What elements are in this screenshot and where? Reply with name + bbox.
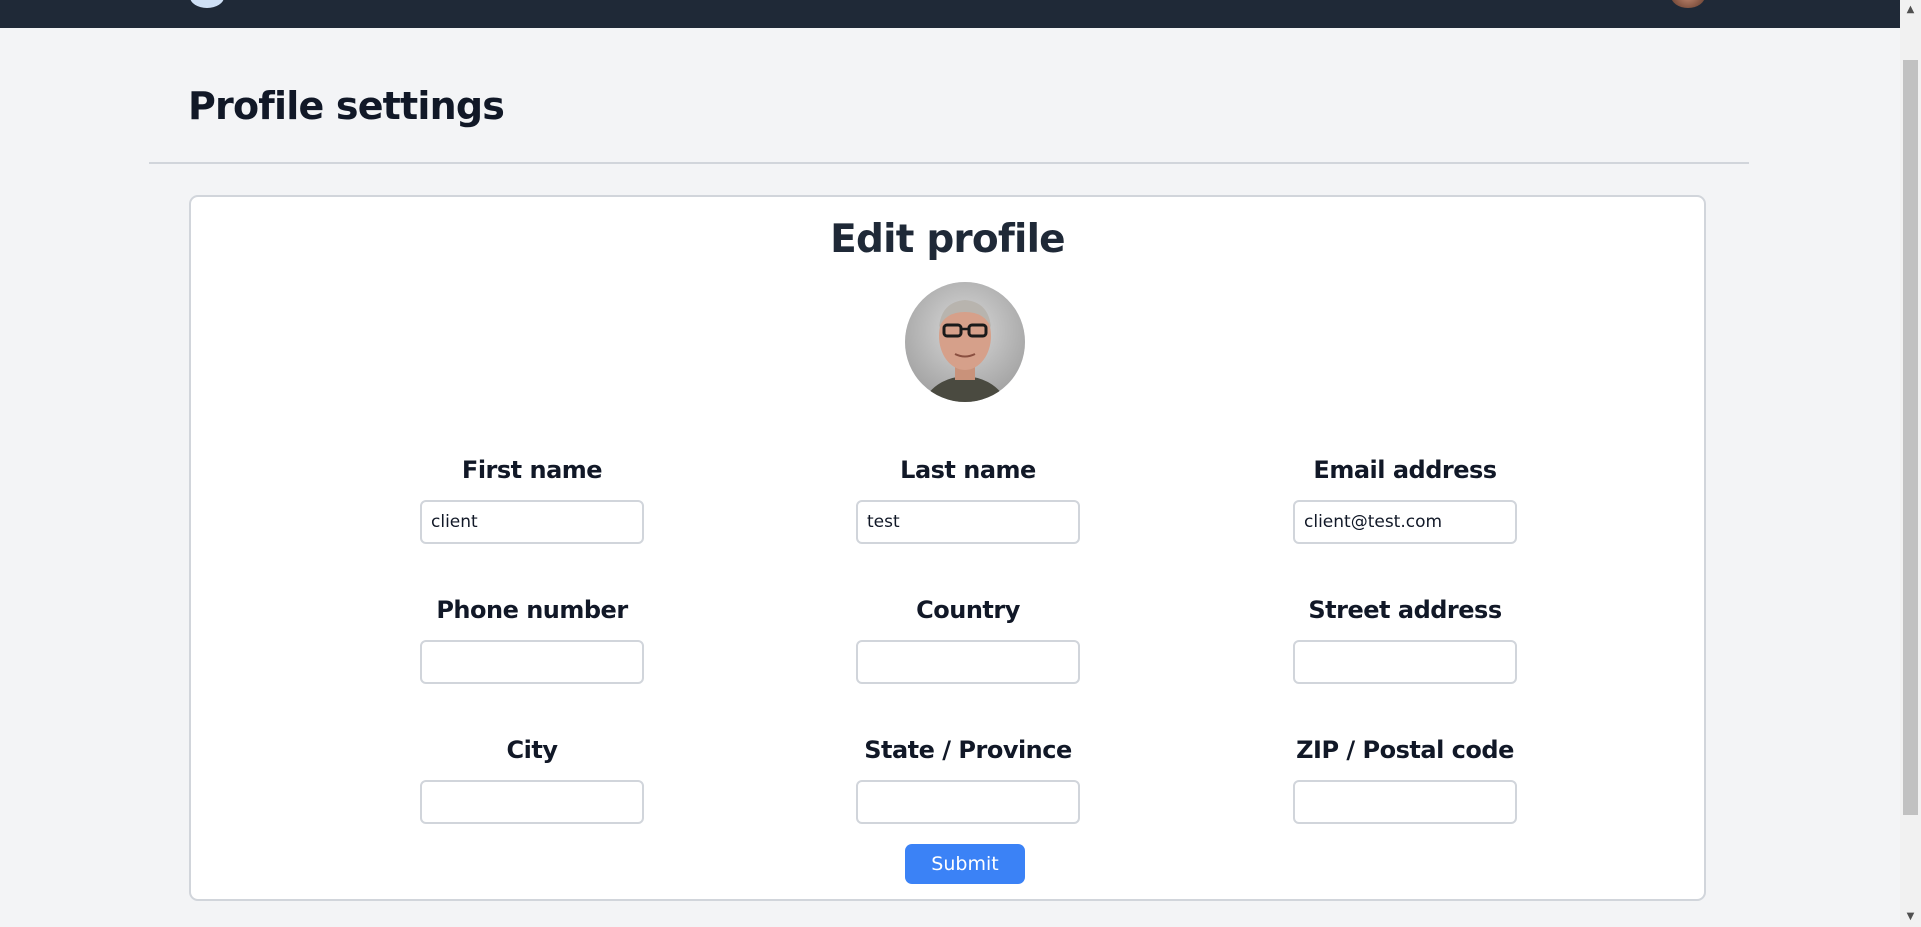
zip-code-label: ZIP / Postal code [1296, 736, 1514, 764]
state-province-group: State / Province [808, 732, 1128, 824]
profile-photo[interactable] [905, 282, 1025, 402]
title-divider [149, 162, 1749, 164]
email-label: Email address [1313, 456, 1497, 484]
phone-group: Phone number [372, 592, 692, 684]
phone-label: Phone number [436, 596, 628, 624]
city-group: City [372, 732, 692, 824]
edit-profile-card: Edit profile First name Last name [189, 195, 1706, 901]
email-input[interactable] [1293, 500, 1517, 544]
profile-photo-image [905, 282, 1025, 402]
first-name-group: First name [372, 452, 692, 544]
state-province-label: State / Province [864, 736, 1072, 764]
zip-code-input[interactable] [1293, 780, 1517, 824]
phone-input[interactable] [420, 640, 644, 684]
first-name-label: First name [461, 456, 603, 484]
city-label: City [506, 736, 558, 764]
page-title: Profile settings [188, 84, 505, 128]
scroll-up-arrow-icon[interactable]: ▲ [1900, 0, 1921, 20]
zip-code-group: ZIP / Postal code [1245, 732, 1565, 824]
app-logo[interactable] [190, 0, 224, 8]
first-name-input[interactable] [420, 500, 644, 544]
last-name-group: Last name [808, 452, 1128, 544]
user-menu-avatar[interactable] [1671, 0, 1705, 8]
last-name-label: Last name [900, 456, 1036, 484]
page-scrollbar[interactable]: ▲ ▼ [1900, 0, 1921, 927]
street-address-group: Street address [1245, 592, 1565, 684]
scroll-thumb[interactable] [1903, 60, 1918, 815]
country-input[interactable] [856, 640, 1080, 684]
last-name-input[interactable] [856, 500, 1080, 544]
state-province-input[interactable] [856, 780, 1080, 824]
scroll-down-arrow-icon[interactable]: ▼ [1900, 907, 1921, 927]
email-group: Email address [1245, 452, 1565, 544]
submit-button[interactable]: Submit [905, 844, 1025, 884]
country-group: Country [808, 592, 1128, 684]
street-address-input[interactable] [1293, 640, 1517, 684]
card-title: Edit profile [830, 217, 1065, 262]
city-input[interactable] [420, 780, 644, 824]
country-label: Country [916, 596, 1020, 624]
street-address-label: Street address [1308, 596, 1502, 624]
top-navbar [0, 0, 1900, 28]
